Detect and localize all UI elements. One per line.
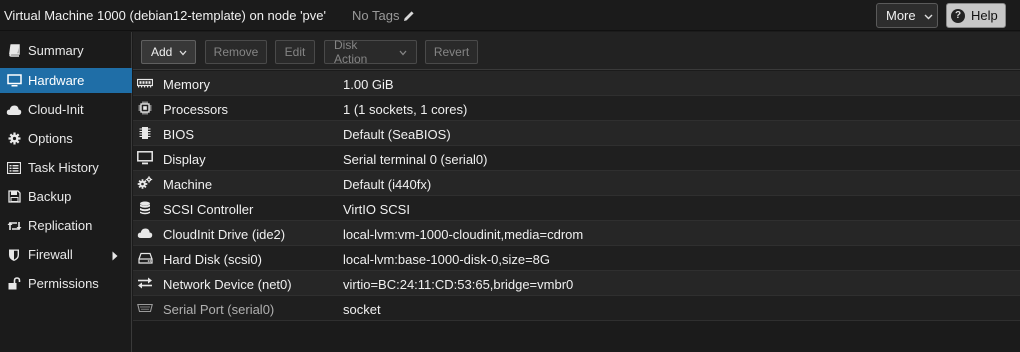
header-bar: Virtual Machine 1000 (debian12-template)… <box>0 0 1020 31</box>
row-value: virtio=BC:24:11:CD:53:65,bridge=vmbr0 <box>343 277 574 292</box>
table-row[interactable]: SCSI Controller VirtIO SCSI <box>133 196 1020 221</box>
help-label: Help <box>971 8 998 23</box>
row-name: Hard Disk (scsi0) <box>163 252 262 267</box>
sidebar-item-permissions[interactable]: Permissions <box>0 271 132 296</box>
exchange-icon <box>136 275 154 291</box>
pencil-icon[interactable] <box>403 10 415 22</box>
remove-button[interactable]: Remove <box>205 40 267 64</box>
row-value: 1.00 GiB <box>343 77 394 92</box>
tags-label: No Tags <box>352 8 400 23</box>
sidebar-item-label: Task History <box>28 160 99 175</box>
row-value: Default (i440fx) <box>343 177 432 192</box>
row-value: Serial terminal 0 (serial0) <box>343 152 488 167</box>
row-name: Display <box>163 152 206 167</box>
cloud-icon <box>136 225 154 241</box>
sidebar-item-hardware[interactable]: Hardware <box>0 68 132 93</box>
cloud-icon <box>6 102 22 118</box>
row-value: socket <box>343 302 381 317</box>
table-row[interactable]: Memory 1.00 GiB <box>133 71 1020 96</box>
unlock-icon <box>6 276 22 292</box>
cogs-icon <box>136 175 154 191</box>
sidebar-item-label: Cloud-Init <box>28 102 84 117</box>
sidebar-item-options[interactable]: Options <box>0 126 132 151</box>
row-name: Serial Port (serial0) <box>163 302 275 317</box>
table-row[interactable]: CloudInit Drive (ide2) local-lvm:vm-1000… <box>133 221 1020 246</box>
help-button[interactable]: ? Help <box>946 3 1006 28</box>
chevron-down-icon <box>924 8 933 23</box>
book-icon <box>6 43 22 59</box>
sidebar-item-label: Permissions <box>28 276 99 291</box>
page-title: Virtual Machine 1000 (debian12-template)… <box>4 8 326 23</box>
row-value: VirtIO SCSI <box>343 202 410 217</box>
row-name: Processors <box>163 102 229 117</box>
row-value: local-lvm:base-1000-disk-0,size=8G <box>343 252 551 267</box>
serial-port-icon <box>136 300 154 316</box>
disk-action-label: Disk Action <box>334 38 368 66</box>
sidebar-item-label: Hardware <box>28 73 85 88</box>
edit-button[interactable]: Edit <box>275 40 315 64</box>
sidebar-item-label: Replication <box>28 218 93 233</box>
hardware-toolbar: Add Remove Edit Disk Action Revert <box>133 32 1020 70</box>
row-value: 1 (1 sockets, 1 cores) <box>343 102 468 117</box>
retweet-icon <box>6 218 22 234</box>
table-row[interactable]: Serial Port (serial0) socket <box>133 296 1020 321</box>
row-name: Machine <box>163 177 213 192</box>
row-name: SCSI Controller <box>163 202 254 217</box>
sidebar: Summary Hardware Cloud-Init Options Task… <box>0 32 132 352</box>
sidebar-item-label: Firewall <box>28 247 73 262</box>
question-circle-icon: ? <box>951 8 965 23</box>
more-label: More <box>886 8 916 23</box>
remove-label: Remove <box>213 45 259 59</box>
database-icon <box>136 200 154 216</box>
gear-icon <box>6 131 22 147</box>
shield-icon <box>6 247 22 263</box>
row-name: BIOS <box>163 127 195 142</box>
chevron-down-icon <box>179 45 187 59</box>
cpu-icon <box>136 100 154 116</box>
add-label: Add <box>151 45 173 59</box>
row-name: CloudInit Drive (ide2) <box>163 227 286 242</box>
more-button[interactable]: More <box>876 3 938 28</box>
sidebar-item-cloud-init[interactable]: Cloud-Init <box>0 97 132 122</box>
chevron-down-icon <box>399 45 407 59</box>
sidebar-item-backup[interactable]: Backup <box>0 184 132 209</box>
sidebar-item-firewall[interactable]: Firewall <box>0 242 132 267</box>
hdd-icon <box>136 250 154 266</box>
edit-label: Edit <box>284 45 306 59</box>
sidebar-item-label: Backup <box>28 189 72 204</box>
table-row[interactable]: Hard Disk (scsi0) local-lvm:base-1000-di… <box>133 246 1020 271</box>
hardware-grid: Memory 1.00 GiB Processors 1 (1 sockets,… <box>133 71 1020 321</box>
desktop-icon <box>136 150 154 166</box>
sidebar-item-replication[interactable]: Replication <box>0 213 132 238</box>
table-row[interactable]: Display Serial terminal 0 (serial0) <box>133 146 1020 171</box>
revert-button[interactable]: Revert <box>425 40 478 64</box>
caret-right-icon[interactable] <box>112 249 118 264</box>
tags-editor[interactable]: No Tags <box>352 8 415 23</box>
revert-label: Revert <box>433 45 470 59</box>
sidebar-item-label: Summary <box>28 43 84 58</box>
table-row[interactable]: Network Device (net0) virtio=BC:24:11:CD… <box>133 271 1020 296</box>
sidebar-item-label: Options <box>28 131 73 146</box>
microchip-icon <box>136 125 154 141</box>
row-value: local-lvm:vm-1000-cloudinit,media=cdrom <box>343 227 584 242</box>
monitor-icon <box>6 73 22 89</box>
table-row[interactable]: BIOS Default (SeaBIOS) <box>133 121 1020 146</box>
disk-action-button[interactable]: Disk Action <box>324 38 417 66</box>
table-row[interactable]: Processors 1 (1 sockets, 1 cores) <box>133 96 1020 121</box>
sidebar-item-summary[interactable]: Summary <box>0 38 132 63</box>
list-icon <box>6 160 22 176</box>
row-name: Memory <box>163 77 210 92</box>
sidebar-item-task-history[interactable]: Task History <box>0 155 132 180</box>
table-row[interactable]: Machine Default (i440fx) <box>133 171 1020 196</box>
memory-icon <box>136 75 154 91</box>
row-value: Default (SeaBIOS) <box>343 127 451 142</box>
floppy-icon <box>6 189 22 205</box>
row-name: Network Device (net0) <box>163 277 292 292</box>
add-button[interactable]: Add <box>141 40 196 64</box>
